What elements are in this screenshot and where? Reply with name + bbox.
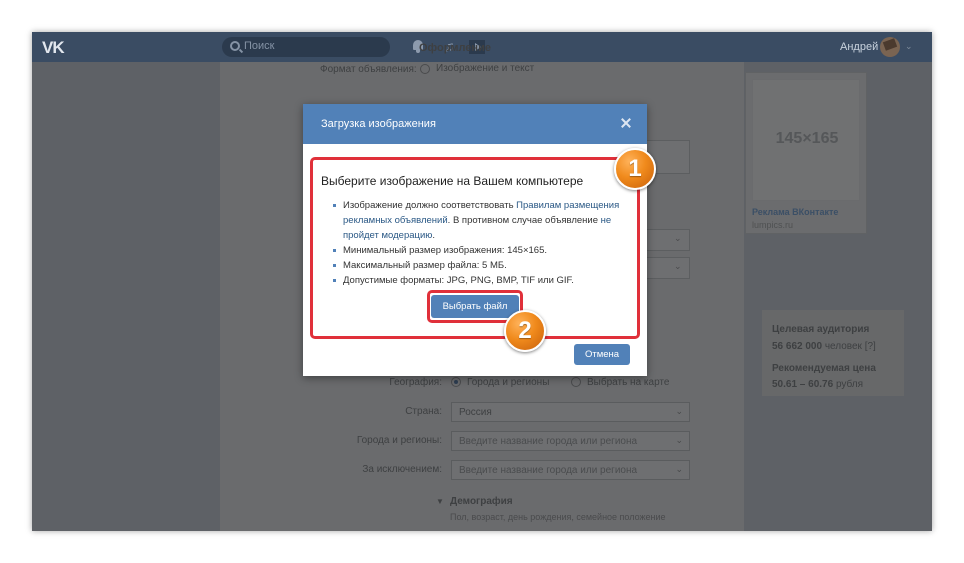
select-field-1[interactable]	[646, 229, 690, 251]
cancel-button[interactable]: Отмена	[574, 344, 630, 365]
vk-logo-icon[interactable]: VK	[42, 38, 65, 58]
list-item: Минимальный размер изображения: 145×165.	[331, 243, 631, 258]
geo-option-cities[interactable]: Города и регионы	[467, 377, 549, 388]
exclude-label: За исключением:	[362, 464, 442, 475]
audience-box: Целевая аудитория 56 662 000 человек [?]…	[762, 310, 904, 396]
format-value: Изображение и текст	[436, 63, 535, 74]
user-name[interactable]: Андрей	[840, 41, 878, 53]
demography-subtitle: Пол, возраст, день рождения, семейное по…	[450, 512, 666, 522]
geo-radio-cities[interactable]	[451, 377, 461, 387]
ad-title: Реклама ВКонтакте	[752, 207, 839, 217]
avatar[interactable]	[880, 37, 900, 57]
country-select[interactable]: Россия ⌄	[451, 402, 690, 422]
chevron-down-icon: ⌄	[674, 233, 682, 243]
cities-placeholder: Введите название города или региона	[459, 436, 638, 447]
price-range: 50.61 – 60.76	[772, 379, 834, 390]
country-label: Страна:	[405, 406, 442, 417]
price-value: 50.61 – 60.76 рубля	[772, 379, 863, 390]
chevron-down-icon: ⌄	[674, 261, 682, 271]
list-item: Допустимые форматы: JPG, PNG, BMP, TIF и…	[331, 273, 631, 288]
cities-select[interactable]: Введите название города или региона ⌄	[451, 431, 690, 451]
exclude-placeholder: Введите название города или региона	[459, 465, 638, 476]
rule-text-mid: . В противном случае объявление	[447, 215, 601, 226]
price-title: Рекомендуемая цена	[772, 363, 876, 374]
cities-label: Города и регионы:	[356, 435, 442, 446]
geo-label: География:	[389, 377, 442, 388]
audience-count-value: 56 662 000	[772, 341, 823, 352]
format-label: Формат объявления:	[320, 64, 417, 75]
choose-file-button[interactable]: Выбрать файл	[431, 295, 519, 318]
audience-count: 56 662 000 человек [?]	[772, 341, 876, 352]
ad-image-placeholder[interactable]: 145×165	[752, 79, 860, 201]
country-value: Россия	[459, 407, 492, 418]
geo-radio-map[interactable]	[571, 377, 581, 387]
search-input[interactable]: Поиск	[222, 37, 390, 57]
audience-count-suffix: человек [?]	[824, 341, 876, 352]
exclude-select[interactable]: Введите название города или региона ⌄	[451, 460, 690, 480]
modal-title: Загрузка изображения	[321, 118, 436, 130]
ad-preview-card: 145×165 Реклама ВКонтакте lumpics.ru	[745, 72, 867, 234]
search-placeholder: Поиск	[244, 40, 275, 52]
audience-title: Целевая аудитория	[772, 324, 870, 335]
modal-header: Загрузка изображения	[303, 104, 647, 144]
price-suffix: рубля	[835, 379, 864, 390]
section-title: Оформление	[419, 42, 491, 54]
upload-rules-list: Изображение должно соответствовать Прави…	[331, 198, 631, 288]
step-badge-2: 2	[504, 310, 546, 352]
ad-image-size: 145×165	[775, 130, 839, 147]
expand-triangle-icon[interactable]: ▼	[436, 497, 444, 506]
upload-image-modal: Загрузка изображения Выберите изображени…	[303, 104, 647, 376]
geo-option-map[interactable]: Выбрать на карте	[587, 377, 669, 388]
chevron-down-icon: ⌄	[675, 464, 683, 474]
rule-text-end: .	[432, 230, 436, 241]
chevron-down-icon: ⌄	[675, 435, 683, 445]
modal-heading: Выберите изображение на Вашем компьютере	[321, 174, 584, 188]
select-field-2[interactable]	[646, 257, 690, 279]
close-icon[interactable]	[619, 116, 633, 130]
format-radio[interactable]	[420, 64, 430, 74]
search-icon	[230, 41, 240, 51]
list-item: Максимальный размер файла: 5 МБ.	[331, 258, 631, 273]
rule-text: Изображение должно соответствовать	[343, 200, 517, 211]
list-item: Изображение должно соответствовать Прави…	[331, 198, 631, 243]
chevron-down-icon[interactable]: ⌄	[905, 41, 913, 52]
demography-title[interactable]: Демография	[450, 496, 513, 507]
step-badge-1: 1	[614, 148, 656, 190]
ad-site: lumpics.ru	[752, 220, 794, 230]
chevron-down-icon: ⌄	[675, 406, 683, 416]
